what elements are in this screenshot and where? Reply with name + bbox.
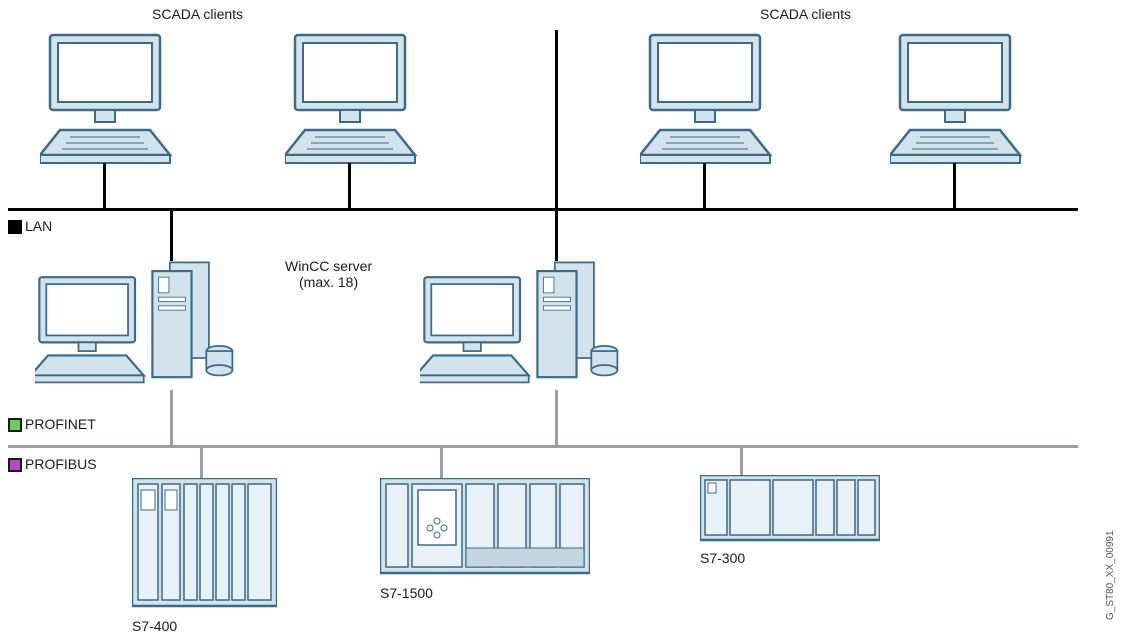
plc-label-s7-1500: S7-1500: [380, 585, 433, 601]
client-pc-2: [285, 25, 425, 175]
conn-group-divider: [555, 30, 558, 208]
conn-client3-lan: [703, 163, 706, 208]
conn-client2-lan: [348, 163, 351, 208]
profinet-bus: [8, 445, 1078, 448]
legend-label-profibus: PROFIBUS: [25, 456, 97, 472]
plc-label-s7-300: S7-300: [700, 550, 745, 566]
wincc-server-2: [420, 250, 620, 400]
wincc-server-1: [35, 250, 235, 400]
conn-profinet-s7300: [740, 448, 743, 475]
diagram-code: G_ST80_XX_00991: [1105, 530, 1116, 620]
conn-server1-profinet: [170, 390, 173, 448]
scada-clients-label-left: SCADA clients: [152, 6, 243, 22]
client-pc-3: [640, 25, 780, 175]
conn-profinet-s7400: [200, 448, 203, 478]
conn-client1-lan: [103, 163, 106, 208]
plc-s7-400: [132, 478, 277, 613]
conn-profinet-s71500: [440, 448, 443, 478]
plc-s7-300: [700, 475, 880, 545]
legend-label-profinet: PROFINET: [25, 416, 96, 432]
client-pc-1: [40, 25, 180, 175]
conn-client4-lan: [953, 163, 956, 208]
plc-label-s7-400: S7-400: [132, 618, 177, 634]
legend-swatch-profibus: [8, 458, 22, 472]
scada-clients-label-right: SCADA clients: [760, 6, 851, 22]
lan-bus: [8, 208, 1078, 211]
plc-s7-1500: [380, 478, 590, 578]
wincc-server-label: WinCC server (max. 18): [285, 258, 372, 290]
conn-server2-profinet: [555, 390, 558, 448]
legend-swatch-lan: [8, 220, 22, 234]
legend-label-lan: LAN: [25, 218, 52, 234]
client-pc-4: [890, 25, 1030, 175]
legend-swatch-profinet: [8, 418, 22, 432]
